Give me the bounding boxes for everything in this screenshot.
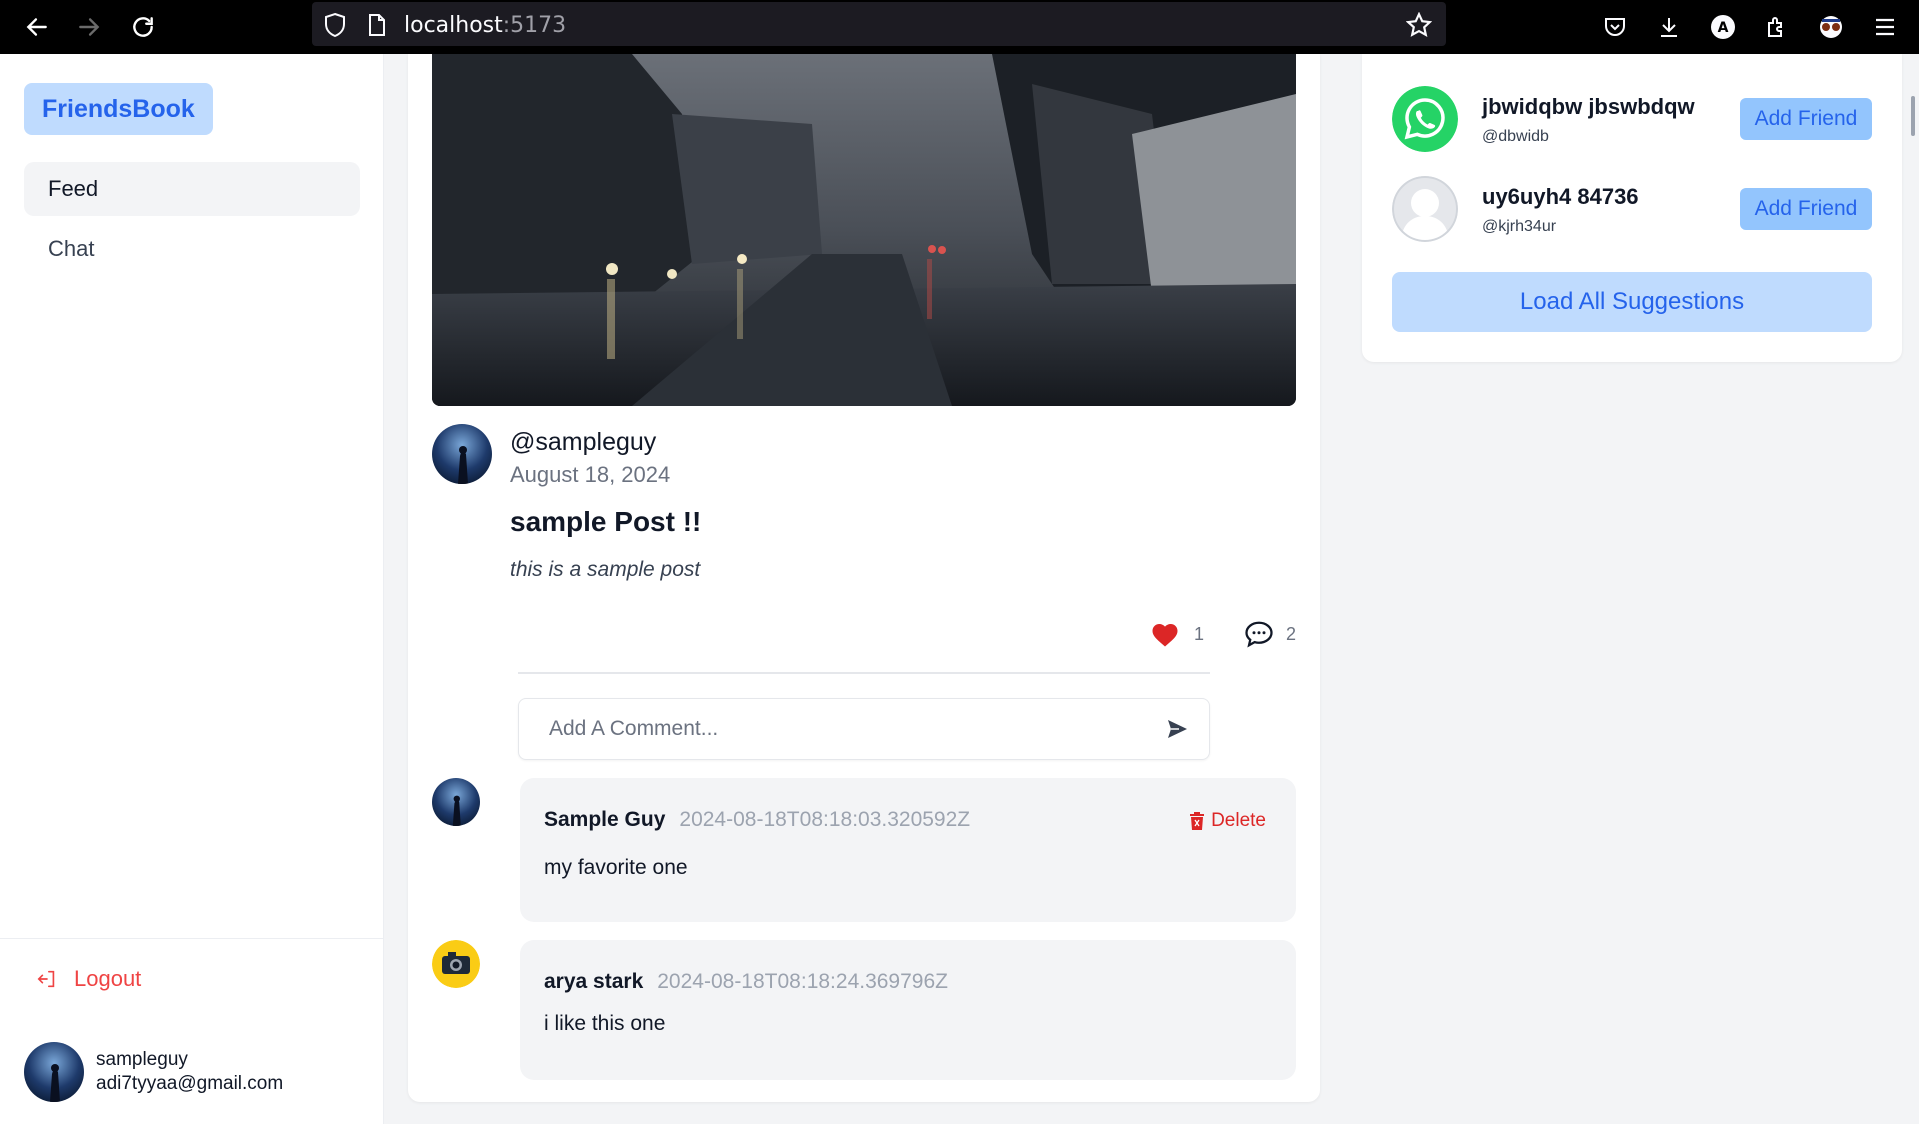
logout-icon: [37, 970, 55, 988]
suggestion-item: jbwidqbw jbswbdqw @dbwidb Add Friend: [1392, 86, 1872, 154]
account-icon[interactable]: A: [1706, 10, 1740, 44]
post-author-username[interactable]: @sampleguy: [510, 428, 656, 457]
reload-icon[interactable]: [124, 8, 162, 46]
comment-form: [518, 698, 1210, 760]
add-friend-button[interactable]: Add Friend: [1740, 98, 1872, 140]
like-count: 1: [1194, 623, 1205, 644]
post-author-avatar[interactable]: [432, 424, 492, 484]
comment-timestamp: 2024-08-18T08:18:03.320592Z: [679, 808, 971, 831]
back-arrow-icon[interactable]: [18, 8, 56, 46]
pocket-icon[interactable]: [1598, 10, 1632, 44]
comment-author-avatar[interactable]: [432, 940, 480, 988]
comments-button[interactable]: 2: [1244, 620, 1296, 648]
logout-button[interactable]: Logout: [36, 966, 141, 992]
comment-text: my favorite one: [544, 856, 688, 879]
sidebar-item-chat[interactable]: Chat: [24, 222, 360, 276]
bookmark-star-icon[interactable]: [1404, 10, 1434, 40]
suggestion-name[interactable]: jbwidqbw jbswbdqw: [1482, 94, 1695, 120]
comment-header: Sample Guy 2024-08-18T08:18:03.320592Z: [544, 808, 970, 832]
current-email: adi7tyyaa@gmail.com: [96, 1073, 284, 1094]
left-sidebar: FriendsBook Feed Chat Logout sampleguy a…: [0, 54, 384, 1124]
sidebar-item-label: Chat: [48, 236, 95, 261]
svg-text:A: A: [1718, 20, 1729, 36]
avatar: [24, 1042, 84, 1102]
post-card: @sampleguy August 18, 2024 sample Post !…: [408, 54, 1320, 1102]
post-image[interactable]: [432, 54, 1296, 406]
private-browsing-icon[interactable]: [1814, 10, 1848, 44]
forward-arrow-icon[interactable]: [70, 8, 108, 46]
download-icon[interactable]: [1652, 10, 1686, 44]
logout-label: Logout: [74, 966, 142, 991]
url-text: localhost:5173: [404, 13, 567, 38]
load-all-suggestions-button[interactable]: Load All Suggestions: [1392, 272, 1872, 332]
delete-label: Delete: [1211, 810, 1266, 831]
comment-input[interactable]: [519, 699, 1139, 759]
suggestion-item: uy6uyh4 84736 @kjrh34ur Add Friend: [1392, 176, 1872, 244]
comment-author[interactable]: Sample Guy: [544, 808, 665, 832]
comment-item: Sample Guy 2024-08-18T08:18:03.320592Z D…: [432, 778, 1296, 922]
extensions-icon[interactable]: [1760, 10, 1794, 44]
page-scrollbar[interactable]: [1911, 96, 1915, 136]
default-user-avatar-icon[interactable]: [1392, 176, 1458, 242]
sidebar-item-feed[interactable]: Feed: [24, 162, 360, 216]
comment-author[interactable]: arya stark: [544, 970, 643, 994]
suggestion-handle: @kjrh34ur: [1482, 218, 1557, 235]
page-icon: [362, 10, 392, 40]
heart-icon: [1152, 624, 1178, 647]
comment-count: 2: [1286, 623, 1297, 644]
menu-icon[interactable]: [1868, 10, 1902, 44]
comment-item: arya stark 2024-08-18T08:18:24.369796Z i…: [432, 940, 1296, 1080]
add-friend-button[interactable]: Add Friend: [1740, 188, 1872, 230]
sidebar-item-label: Feed: [48, 176, 99, 201]
send-icon: [1168, 720, 1187, 738]
comment-bubble: arya stark 2024-08-18T08:18:24.369796Z i…: [520, 940, 1296, 1080]
comment-bubble: Sample Guy 2024-08-18T08:18:03.320592Z D…: [520, 778, 1296, 922]
current-username: sampleguy: [96, 1049, 188, 1070]
whatsapp-avatar-icon[interactable]: [1392, 86, 1458, 152]
divider: [518, 672, 1210, 674]
suggestion-handle: @dbwidb: [1482, 128, 1549, 145]
delete-comment-button[interactable]: Delete: [1189, 810, 1266, 832]
comment-header: arya stark 2024-08-18T08:18:24.369796Z: [544, 970, 948, 994]
post-body: this is a sample post: [510, 558, 701, 581]
comment-bubble-icon: [1245, 621, 1273, 648]
comment-text: i like this one: [544, 1012, 666, 1035]
post-title: sample Post !!: [510, 506, 702, 537]
like-button[interactable]: 1: [1150, 620, 1204, 648]
send-comment-button[interactable]: [1165, 717, 1191, 743]
suggestion-name[interactable]: uy6uyh4 84736: [1482, 184, 1639, 210]
trash-icon: [1190, 812, 1205, 830]
comment-author-avatar[interactable]: [432, 778, 480, 826]
shield-icon[interactable]: [320, 10, 350, 40]
brand-logo[interactable]: FriendsBook: [24, 83, 213, 135]
post-date: August 18, 2024: [510, 462, 671, 487]
current-user[interactable]: sampleguy adi7tyyaa@gmail.com: [24, 1042, 283, 1102]
browser-toolbar: localhost:5173 A: [0, 0, 1919, 54]
address-bar[interactable]: localhost:5173: [312, 2, 1446, 46]
divider: [0, 938, 384, 939]
comment-timestamp: 2024-08-18T08:18:24.369796Z: [657, 970, 948, 993]
friend-suggestions-card: jbwidqbw jbswbdqw @dbwidb Add Friend uy6…: [1362, 54, 1902, 362]
